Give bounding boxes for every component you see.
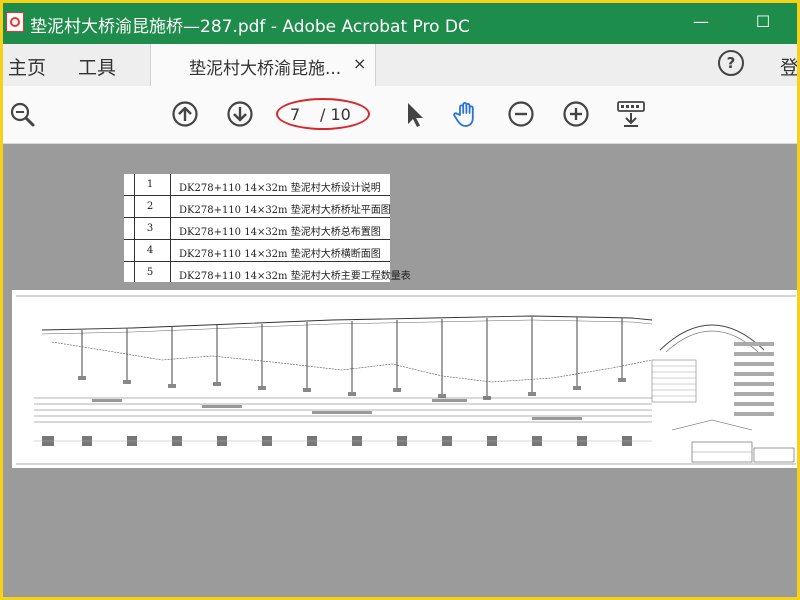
acrobat-app-icon (6, 12, 24, 32)
table-row: 1 DK278+110 14×32m 垫泥村大桥设计说明 (124, 174, 390, 196)
tab-tools[interactable]: 工具 (78, 53, 116, 80)
toolbar (0, 86, 800, 144)
table-row: 2 DK278+110 14×32m 垫泥村大桥桥址平面图 (124, 196, 391, 218)
select-pointer-icon[interactable] (400, 100, 428, 128)
bridge-drawing (12, 290, 800, 468)
keyboard-download-icon[interactable] (616, 100, 646, 128)
page-up-icon[interactable] (171, 100, 199, 128)
maximize-button[interactable]: ☐ (748, 8, 778, 36)
title-bar: 垫泥村大桥渝昆施桥—287.pdf - Adobe Acrobat Pro DC… (0, 0, 800, 44)
help-icon[interactable]: ? (718, 50, 744, 76)
zoom-out-icon[interactable] (8, 100, 36, 128)
tab-bar: 主页 工具 垫泥村大桥渝昆施... × (0, 44, 800, 86)
table-row: 4 DK278+110 14×32m 垫泥村大桥横断面图 (124, 240, 390, 262)
tab-document-label: 垫泥村大桥渝昆施... (189, 59, 342, 79)
contents-table: 1 DK278+110 14×32m 垫泥村大桥设计说明 2 DK278+110… (124, 174, 411, 282)
highlight-circle (276, 98, 370, 130)
login-button[interactable]: 登 (780, 53, 799, 80)
minimize-button[interactable]: — (686, 8, 716, 36)
close-tab-icon[interactable]: × (353, 54, 366, 73)
table-row: 3 DK278+110 14×32m 垫泥村大桥总布置图 (124, 218, 390, 240)
page-down-icon[interactable] (226, 100, 254, 128)
tab-document[interactable]: 垫泥村大桥渝昆施... × (150, 44, 376, 86)
table-row: 5 DK278+110 14×32m 垫泥村大桥主要工程数量表 (146, 267, 411, 282)
document-view[interactable]: 1 DK278+110 14×32m 垫泥村大桥设计说明 2 DK278+110… (12, 146, 800, 600)
hand-tool-icon[interactable] (452, 100, 480, 128)
zoom-minus-icon[interactable] (507, 100, 535, 128)
tab-home[interactable]: 主页 (8, 53, 46, 80)
window-title: 垫泥村大桥渝昆施桥—287.pdf - Adobe Acrobat Pro DC (30, 17, 470, 37)
zoom-plus-icon[interactable] (562, 100, 590, 128)
